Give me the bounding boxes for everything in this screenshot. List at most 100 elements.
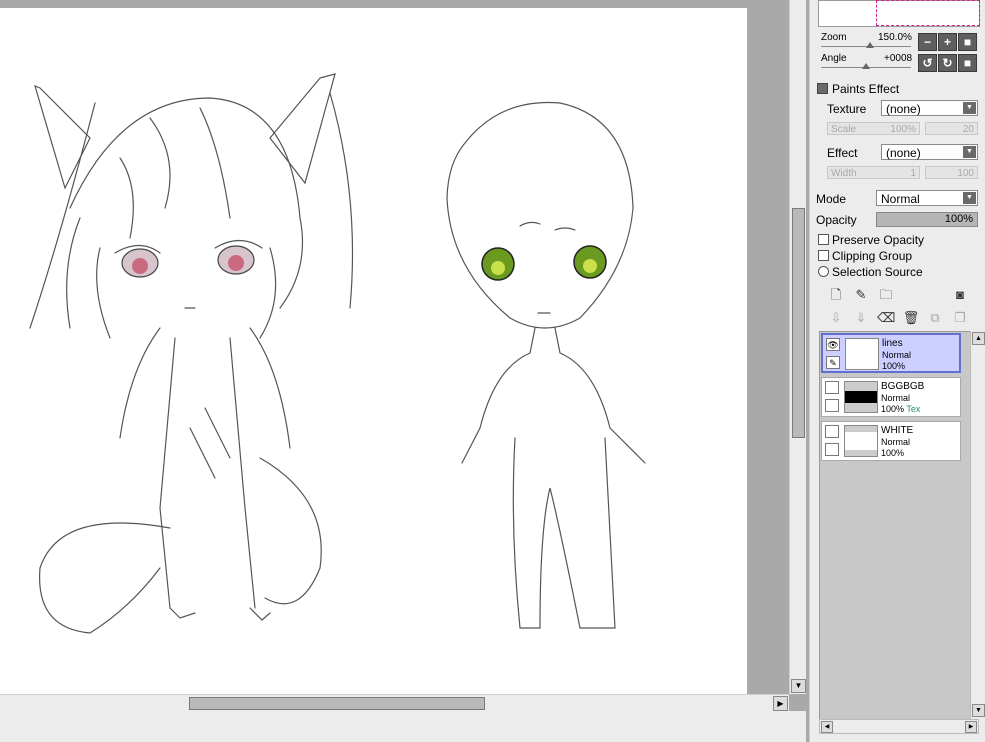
layer-opacity: 100% Tex	[881, 404, 921, 414]
mode-label: Mode	[816, 192, 847, 206]
layer-mode: Normal	[882, 350, 912, 360]
rotate-cw-icon: ↻	[942, 56, 953, 70]
layer-list[interactable]: 👁 ✎ lines Normal 100% BGGBGB Normal 100%…	[819, 331, 979, 721]
scroll-left-arrow-icon[interactable]: ◀	[821, 721, 833, 733]
rotate-reset-button[interactable]: ■	[958, 54, 977, 72]
scroll-up-arrow-icon[interactable]: ▲	[972, 332, 985, 345]
visibility-toggle[interactable]	[825, 425, 839, 438]
layer-mode: Normal	[881, 393, 911, 403]
scroll-right-arrow-icon[interactable]: ▶	[773, 696, 788, 711]
drawing-canvas[interactable]	[0, 8, 747, 694]
lock-toggle[interactable]	[825, 399, 839, 412]
effect-select-value: (none)	[886, 146, 921, 160]
scroll-right-arrow-icon[interactable]: ▶	[965, 721, 977, 733]
blend-mode-select[interactable]: Normal ▼	[876, 190, 978, 206]
effect-label: Effect	[827, 146, 858, 160]
new-layer-icon[interactable]: 🗋	[827, 286, 845, 304]
line-art-drawing	[29, 73, 646, 634]
rotate-ccw-icon: ↺	[922, 56, 933, 70]
layer-name: lines	[882, 338, 903, 349]
layer-mode: Normal	[881, 437, 911, 447]
paints-effect-title: Paints Effect	[832, 82, 900, 96]
scale-field: Scale 100%	[827, 122, 920, 135]
chevron-down-icon: ▼	[963, 192, 976, 204]
collapse-paints-effect-icon[interactable]	[817, 83, 828, 94]
layer-opacity: 100%	[881, 448, 905, 458]
scale-label: Scale	[831, 124, 857, 135]
selection-source-label: Selection Source	[832, 265, 923, 279]
clipping-group-checkbox[interactable]	[818, 250, 829, 261]
square-icon: ■	[963, 56, 972, 70]
preserve-opacity-label: Preserve Opacity	[832, 233, 925, 247]
angle-value: +0008	[884, 53, 913, 64]
scale-value: 100%	[890, 124, 916, 135]
minus-icon: −	[923, 35, 931, 49]
layer-thumbnail	[844, 425, 878, 457]
layer-item-lines[interactable]: 👁 ✎ lines Normal 100%	[821, 333, 961, 373]
merge-down-icon[interactable]: ⇓	[852, 309, 870, 327]
layer-thumbnail	[844, 381, 878, 413]
layer-opacity: 100%	[882, 361, 906, 371]
width-number-field: 100	[925, 166, 978, 179]
zoom-value: 150.0%	[878, 32, 912, 43]
square-icon: ■	[963, 35, 972, 49]
layer-item-white[interactable]: WHITE Normal 100%	[821, 421, 961, 461]
new-folder-icon[interactable]: 🗀	[877, 286, 895, 304]
trash-icon[interactable]: 🗑	[902, 309, 920, 327]
angle-slider-knob[interactable]	[862, 63, 870, 69]
zoom-in-button[interactable]: +	[938, 33, 957, 51]
navigator-preview[interactable]	[818, 0, 980, 27]
canvas-vertical-scrollbar[interactable]: ▼	[789, 0, 807, 694]
width-value: 1	[910, 168, 916, 179]
texture-label: Texture	[827, 102, 867, 116]
merge-visible-icon[interactable]: ⧉	[926, 309, 944, 327]
status-strip	[0, 711, 808, 742]
layer-mask-icon[interactable]: ◙	[951, 286, 969, 304]
canvas-area[interactable]: ▼ ▶	[0, 0, 808, 742]
new-linework-layer-icon[interactable]: ✎	[852, 286, 870, 304]
visibility-toggle[interactable]	[825, 381, 839, 394]
scroll-down-arrow-icon[interactable]: ▼	[972, 704, 985, 717]
blend-mode-value: Normal	[881, 192, 920, 206]
vertical-scroll-thumb[interactable]	[792, 208, 805, 438]
angle-label: Angle	[821, 53, 847, 64]
chevron-down-icon: ▼	[963, 102, 976, 114]
plus-icon: +	[943, 35, 951, 49]
rotate-ccw-button[interactable]: ↺	[918, 54, 937, 72]
chevron-down-icon: ▼	[963, 146, 976, 158]
layer-name: BGGBGB	[881, 381, 925, 392]
layer-item-bggbgb[interactable]: BGGBGB Normal 100% Tex	[821, 377, 961, 417]
opacity-label: Opacity	[816, 213, 857, 227]
width-label: Width	[831, 168, 857, 179]
opacity-slider[interactable]: 100%	[876, 212, 978, 227]
layer-thumbnail	[845, 338, 879, 370]
preserve-opacity-checkbox[interactable]	[818, 234, 829, 245]
scale-number-field: 20	[925, 122, 978, 135]
flatten-icon[interactable]: ❐	[951, 309, 969, 327]
layer-list-scrollbar[interactable]: ▲ ▼	[970, 331, 985, 719]
lock-toggle[interactable]	[825, 443, 839, 456]
eye-icon[interactable]: 👁	[826, 338, 840, 351]
layer-name: WHITE	[881, 425, 914, 436]
horizontal-scroll-thumb[interactable]	[189, 697, 485, 710]
effect-select[interactable]: (none) ▼	[881, 144, 978, 160]
texture-select-value: (none)	[886, 102, 921, 116]
transfer-down-icon[interactable]: ⇩	[827, 309, 845, 327]
zoom-out-button[interactable]: −	[918, 33, 937, 51]
scroll-down-arrow-icon[interactable]: ▼	[791, 679, 806, 693]
texture-tag: Tex	[906, 404, 921, 414]
texture-select[interactable]: (none) ▼	[881, 100, 978, 116]
width-field: Width 1	[827, 166, 920, 179]
zoom-slider-knob[interactable]	[866, 42, 874, 48]
side-panel: Zoom 150.0% − + ■ Angle +0008 ↺ ↻ ■ Pain…	[809, 0, 985, 742]
selection-source-radio[interactable]	[818, 266, 829, 277]
navigator-view-box[interactable]	[876, 0, 980, 26]
pen-icon[interactable]: ✎	[826, 356, 840, 369]
zoom-label: Zoom	[821, 32, 847, 43]
clear-layer-icon[interactable]: ⌫	[877, 309, 895, 327]
canvas-horizontal-scrollbar[interactable]: ▶	[0, 694, 789, 712]
rotate-cw-button[interactable]: ↻	[938, 54, 957, 72]
clipping-group-label: Clipping Group	[832, 249, 913, 263]
layer-list-hscrollbar[interactable]: ◀ ▶	[819, 719, 979, 734]
zoom-reset-button[interactable]: ■	[958, 33, 977, 51]
